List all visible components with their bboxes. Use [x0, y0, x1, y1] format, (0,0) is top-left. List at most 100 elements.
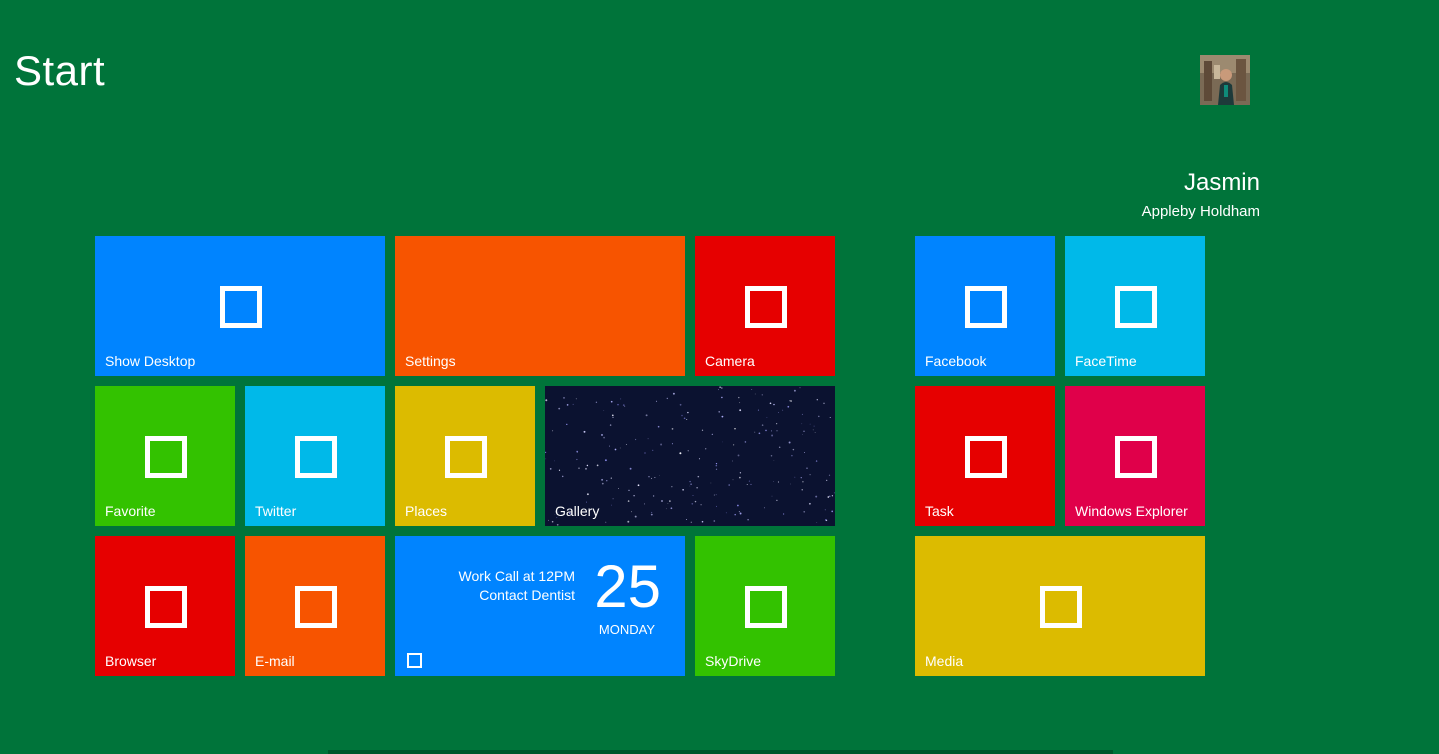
tile-camera[interactable]: Camera [695, 236, 835, 376]
star [601, 433, 603, 436]
star [758, 432, 761, 435]
tile-media[interactable]: Media [915, 536, 1205, 676]
star [777, 481, 779, 483]
star [804, 452, 805, 453]
user-avatar[interactable] [1200, 55, 1250, 105]
tile-settings[interactable]: Settings [395, 236, 685, 376]
star [751, 389, 753, 391]
tile-browser[interactable]: Browser [95, 536, 235, 676]
star [650, 513, 653, 516]
star [718, 411, 720, 413]
star [827, 496, 830, 498]
star [644, 503, 645, 505]
tile-windows-explorer[interactable]: Windows Explorer [1065, 386, 1205, 526]
star [824, 509, 826, 511]
star [610, 400, 613, 403]
tile-label: Facebook [925, 353, 987, 369]
star [635, 438, 637, 441]
star [691, 502, 694, 505]
tile-facebook[interactable]: Facebook [915, 236, 1055, 376]
star [644, 452, 646, 454]
star [671, 486, 673, 488]
star [801, 423, 803, 425]
star [701, 520, 704, 523]
star [701, 429, 704, 431]
star [803, 430, 805, 432]
star [773, 460, 775, 461]
tile-favorite[interactable]: Favorite [95, 386, 235, 526]
star [652, 495, 655, 497]
tile-label: Favorite [105, 503, 156, 519]
star [799, 387, 801, 389]
start-screen: Start Jasmin Appleby Holdham Show Deskto… [0, 0, 1439, 754]
star [813, 425, 815, 427]
user-organization: Appleby Holdham [1141, 203, 1260, 220]
tile-calendar[interactable]: Work Call at 12PM Contact Dentist 25 MON… [395, 536, 685, 676]
star [788, 441, 791, 444]
tile-label: FaceTime [1075, 353, 1137, 369]
user-info[interactable]: Jasmin Appleby Holdham [1142, 168, 1260, 222]
tile-skydrive[interactable]: SkyDrive [695, 536, 835, 676]
star [660, 443, 663, 446]
star [595, 401, 598, 403]
tile-label: Browser [105, 653, 157, 669]
star [754, 393, 756, 395]
star [686, 418, 688, 421]
star [552, 430, 554, 432]
star [782, 409, 784, 411]
star [732, 460, 733, 462]
star [625, 444, 627, 445]
twitter-square-icon [295, 436, 337, 478]
media-square-icon [1040, 586, 1082, 628]
horizontal-scrollbar[interactable] [328, 750, 1113, 754]
tile-facetime[interactable]: FaceTime [1065, 236, 1205, 376]
star [611, 414, 614, 417]
star [627, 520, 630, 523]
camera-square-icon [745, 286, 787, 328]
star [619, 447, 621, 449]
star [737, 454, 740, 457]
star [800, 477, 802, 479]
star [687, 411, 689, 414]
star [725, 512, 727, 514]
avatar-photo [1200, 55, 1250, 105]
tile-show-desktop[interactable]: Show Desktop [95, 236, 385, 376]
star [681, 414, 683, 417]
tile-label: Twitter [255, 503, 297, 519]
star [661, 500, 663, 502]
tile-label: SkyDrive [705, 653, 762, 669]
star [578, 467, 580, 469]
star [790, 483, 791, 485]
star [776, 430, 778, 432]
star [561, 475, 564, 478]
star [690, 521, 692, 523]
star [722, 441, 723, 443]
star [715, 462, 718, 465]
star [576, 458, 578, 461]
star [575, 398, 577, 400]
star [766, 417, 768, 419]
star [818, 415, 820, 418]
star [655, 400, 658, 402]
calendar-day: MONDAY [598, 622, 655, 637]
star [713, 520, 716, 522]
star [732, 479, 734, 481]
star [801, 433, 803, 435]
task-square-icon [965, 436, 1007, 478]
star [645, 414, 648, 417]
star [806, 467, 808, 469]
star [776, 499, 778, 502]
tile-task[interactable]: Task [915, 386, 1055, 526]
tile-gallery[interactable]: Gallery [545, 386, 835, 526]
star [637, 484, 640, 487]
tile-twitter[interactable]: Twitter [245, 386, 385, 526]
tile-email[interactable]: E-mail [245, 536, 385, 676]
star [747, 518, 749, 521]
star [670, 507, 673, 510]
star [622, 404, 625, 406]
star [773, 403, 775, 406]
tile-label: Windows Explorer [1075, 503, 1188, 519]
tile-places[interactable]: Places [395, 386, 535, 526]
star [603, 410, 605, 411]
star [620, 398, 622, 400]
